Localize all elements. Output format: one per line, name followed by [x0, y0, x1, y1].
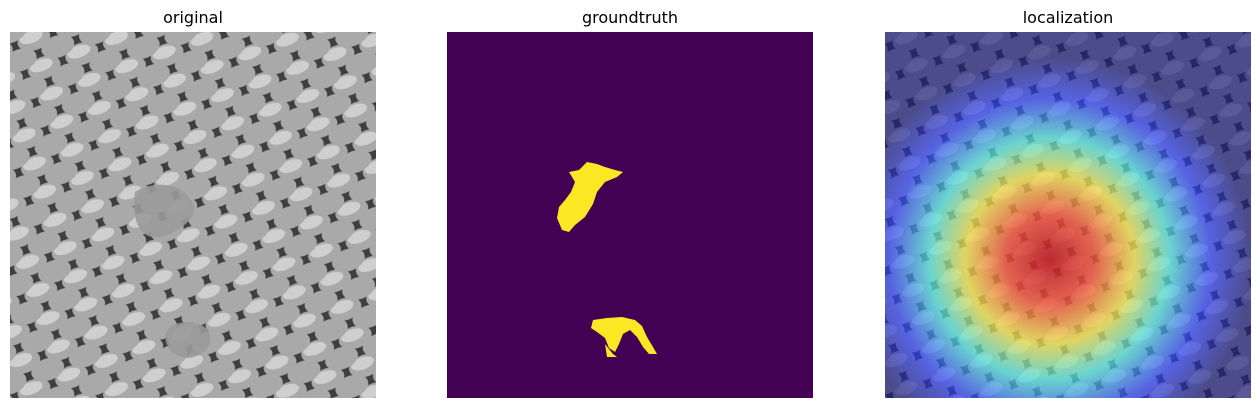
localization-title: localization: [1022, 8, 1114, 27]
localization-heatmap: [885, 32, 1251, 398]
original-title: original: [163, 8, 223, 27]
original-image: [10, 32, 376, 398]
original-panel: original: [10, 0, 376, 407]
groundtruth-title: groundtruth: [581, 8, 678, 27]
groundtruth-mask: [447, 32, 813, 398]
groundtruth-panel: groundtruth: [447, 0, 813, 407]
localization-panel: localization: [885, 0, 1251, 407]
